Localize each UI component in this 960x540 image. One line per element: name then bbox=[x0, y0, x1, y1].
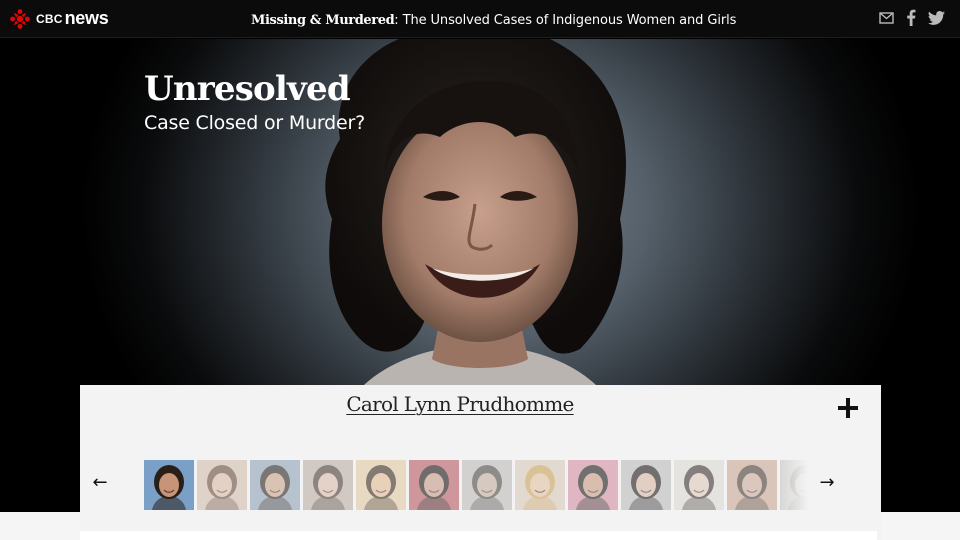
thumbnail-portrait bbox=[250, 460, 300, 510]
case-thumbnail[interactable] bbox=[250, 460, 300, 510]
case-thumbnail[interactable] bbox=[727, 460, 777, 510]
expand-plus-icon[interactable] bbox=[836, 396, 860, 420]
case-thumbnail[interactable] bbox=[144, 460, 194, 510]
case-thumbnail[interactable] bbox=[409, 460, 459, 510]
thumbnail-portrait bbox=[568, 460, 618, 510]
thumbnail-portrait bbox=[621, 460, 671, 510]
case-name-container: Carol Lynn Prudhomme bbox=[250, 392, 670, 416]
thumbnail-portrait bbox=[409, 460, 459, 510]
thumbnail-portrait bbox=[303, 460, 353, 510]
panel-content-strip bbox=[80, 531, 877, 540]
cbc-news-logo[interactable]: CBC news bbox=[10, 8, 109, 29]
series-title-rest: : The Unsolved Cases of Indigenous Women… bbox=[394, 13, 737, 28]
brand-cbc: CBC bbox=[36, 11, 63, 26]
twitter-icon[interactable] bbox=[928, 11, 945, 25]
case-thumbnail[interactable] bbox=[674, 460, 724, 510]
series-title[interactable]: Missing & Murdered: The Unsolved Cases o… bbox=[251, 12, 736, 28]
thumbnail-portrait bbox=[197, 460, 247, 510]
brand-news: news bbox=[64, 8, 109, 28]
top-bar: CBC news Missing & Murdered: The Unsolve… bbox=[0, 0, 960, 38]
thumbnail-portrait bbox=[515, 460, 565, 510]
case-thumbnail[interactable] bbox=[462, 460, 512, 510]
series-title-bold: Missing & Murdered bbox=[251, 13, 395, 28]
case-thumbnail-strip bbox=[144, 460, 812, 510]
thumbnail-portrait bbox=[727, 460, 777, 510]
thumbnail-portrait bbox=[462, 460, 512, 510]
case-thumbnail[interactable] bbox=[356, 460, 406, 510]
thumbnail-portrait bbox=[144, 460, 194, 510]
thumbnail-strip-fade bbox=[780, 460, 820, 510]
prev-arrow-button[interactable]: ← bbox=[87, 472, 113, 494]
facebook-icon[interactable] bbox=[906, 9, 916, 26]
case-name-link[interactable]: Carol Lynn Prudhomme bbox=[346, 392, 574, 416]
hero-title: Unresolved bbox=[144, 69, 351, 109]
case-thumbnail[interactable] bbox=[303, 460, 353, 510]
cbc-gem-icon bbox=[10, 8, 30, 29]
case-thumbnail[interactable] bbox=[515, 460, 565, 510]
hero-subtitle: Case Closed or Murder? bbox=[144, 112, 366, 134]
thumbnail-portrait bbox=[356, 460, 406, 510]
thumbnail-portrait bbox=[674, 460, 724, 510]
case-thumbnail[interactable] bbox=[621, 460, 671, 510]
case-thumbnail[interactable] bbox=[568, 460, 618, 510]
email-icon[interactable] bbox=[879, 12, 894, 24]
case-thumbnail[interactable] bbox=[197, 460, 247, 510]
hero-banner: Unresolved Case Closed or Murder? bbox=[0, 39, 960, 385]
